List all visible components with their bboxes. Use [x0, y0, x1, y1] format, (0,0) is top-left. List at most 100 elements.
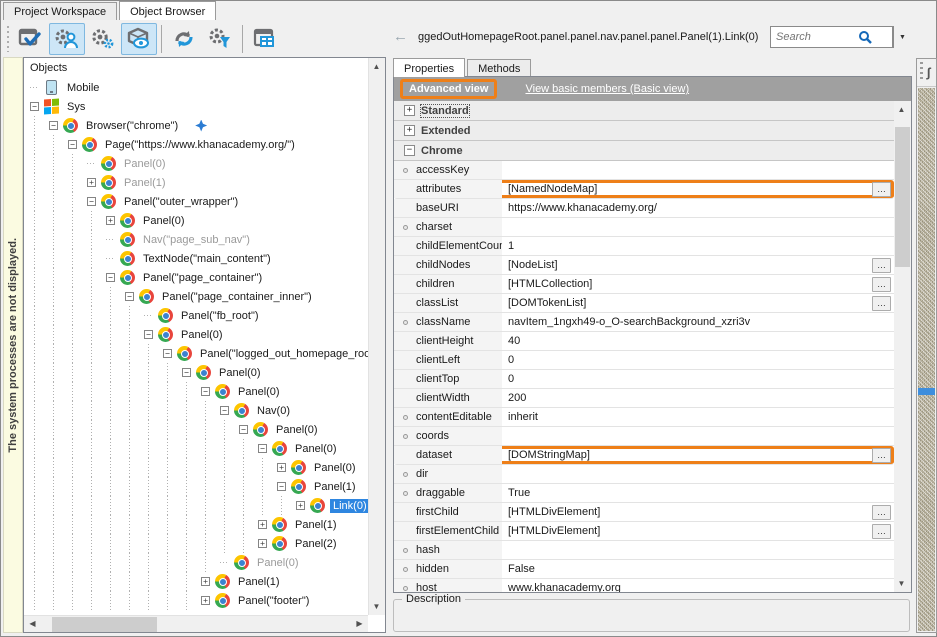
- tree-node[interactable]: −Panel(0): [24, 363, 368, 382]
- tree-node[interactable]: +Panel(1): [24, 572, 368, 591]
- tree-node-label[interactable]: Panel(0): [235, 385, 283, 399]
- collapse-icon[interactable]: −: [49, 121, 58, 130]
- tab-methods[interactable]: Methods: [467, 59, 531, 77]
- ellipsis-button[interactable]: …: [872, 296, 891, 311]
- expand-icon[interactable]: +: [277, 463, 286, 472]
- collapse-icon[interactable]: −: [163, 349, 172, 358]
- collapse-icon[interactable]: −: [404, 145, 415, 156]
- tree-node-label[interactable]: Panel("logged_out_homepage_root"): [197, 347, 368, 361]
- collapse-icon[interactable]: −: [220, 406, 229, 415]
- tree-node[interactable]: − Panel("outer_wrapper"): [24, 192, 368, 211]
- tree-node[interactable]: − Browser("chrome"): [24, 116, 368, 135]
- tree-node-label[interactable]: Panel(1): [311, 480, 359, 494]
- scroll-up-arrow[interactable]: ▲: [369, 59, 384, 74]
- property-row[interactable]: classNamenavItem_1ngxh49-o_O-searchBackg…: [394, 313, 894, 332]
- expand-icon[interactable]: +: [201, 596, 210, 605]
- property-row[interactable]: clientLeft0: [394, 351, 894, 370]
- tree-node-label-selected[interactable]: Link(0): [330, 499, 368, 513]
- tree-node[interactable]: + Panel("footer"): [24, 591, 368, 610]
- property-row[interactable]: clientWidth200: [394, 389, 894, 408]
- tree-node-label[interactable]: Browser("chrome"): [83, 119, 181, 133]
- tree-node[interactable]: Panel("fb_root"): [24, 306, 368, 325]
- property-row[interactable]: classList[DOMTokenList]…: [394, 294, 894, 313]
- tree-node[interactable]: Nav("page_sub_nav"): [24, 230, 368, 249]
- property-row[interactable]: hostwww.khanacademy.org: [394, 579, 894, 592]
- property-row[interactable]: firstElementChild[HTMLDivElement]…: [394, 522, 894, 541]
- tree-node[interactable]: +Panel(1): [24, 173, 368, 192]
- collapse-icon[interactable]: −: [182, 368, 191, 377]
- category-row[interactable]: −Chrome: [394, 141, 894, 161]
- expand-icon[interactable]: +: [404, 105, 415, 116]
- expand-icon[interactable]: +: [258, 539, 267, 548]
- collapse-icon[interactable]: −: [68, 140, 77, 149]
- property-row[interactable]: childNodes[NodeList]…: [394, 256, 894, 275]
- search-input[interactable]: [776, 31, 858, 43]
- expand-icon[interactable]: +: [106, 216, 115, 225]
- tree-node-label[interactable]: Panel(1): [292, 518, 340, 532]
- category-row[interactable]: +Extended: [394, 121, 894, 141]
- property-row[interactable]: baseURIhttps://www.khanacademy.org/: [394, 199, 894, 218]
- collapse-icon[interactable]: −: [201, 387, 210, 396]
- tree-node-label[interactable]: Panel("fb_root"): [178, 309, 262, 323]
- property-row[interactable]: childElementCount1: [394, 237, 894, 256]
- tree-node[interactable]: Panel(0): [24, 553, 368, 572]
- collapse-icon[interactable]: −: [87, 197, 96, 206]
- tree-node[interactable]: − Sys: [24, 97, 368, 116]
- property-row[interactable]: dir: [394, 465, 894, 484]
- tab-properties[interactable]: Properties: [393, 58, 465, 77]
- tree-node-label[interactable]: Nav(0): [254, 404, 293, 418]
- scroll-right-arrow[interactable]: ▶: [352, 616, 367, 631]
- search-dropdown-button[interactable]: ▼: [893, 26, 911, 48]
- collapse-icon[interactable]: −: [144, 330, 153, 339]
- property-row[interactable]: draggableTrue: [394, 484, 894, 503]
- tree-node-label[interactable]: Panel("footer"): [235, 594, 312, 608]
- tree-node-label[interactable]: Panel("page_container_inner"): [159, 290, 315, 304]
- property-row[interactable]: hiddenFalse: [394, 560, 894, 579]
- expand-icon[interactable]: +: [404, 125, 415, 136]
- expand-icon[interactable]: +: [296, 501, 305, 510]
- tree-node-label[interactable]: Panel(0): [178, 328, 226, 342]
- tree-node-label[interactable]: Panel(1): [121, 176, 169, 190]
- tree-node[interactable]: − Panel("logged_out_homepage_root"): [24, 344, 368, 363]
- tree-node[interactable]: −Panel(1): [24, 477, 368, 496]
- scrollbar-thumb[interactable]: [52, 617, 157, 632]
- tree-node-label[interactable]: Mobile: [64, 81, 102, 95]
- tree-node[interactable]: −Panel("page_container"): [24, 268, 368, 287]
- property-row[interactable]: coords: [394, 427, 894, 446]
- scroll-down-arrow[interactable]: ▼: [369, 599, 384, 614]
- tree-node[interactable]: −Page("https://www.khanacademy.org/"): [24, 135, 368, 154]
- tree-node-label[interactable]: Nav("page_sub_nav"): [140, 233, 253, 247]
- tree-node-label[interactable]: TextNode("main_content"): [140, 252, 274, 266]
- tree-node[interactable]: TextNode("main_content"): [24, 249, 368, 268]
- tree-node-label[interactable]: Panel(0): [121, 157, 169, 171]
- property-row[interactable]: attributes[NamedNodeMap]…: [394, 180, 894, 199]
- ellipsis-button[interactable]: …: [872, 258, 891, 273]
- back-arrow-icon[interactable]: ←: [393, 30, 408, 44]
- category-row[interactable]: +Standard: [394, 101, 894, 121]
- show-tested-apps-button[interactable]: [13, 23, 49, 55]
- tree-node[interactable]: +Panel(0): [24, 211, 368, 230]
- ellipsis-button[interactable]: …: [872, 448, 891, 463]
- panel-layout-button[interactable]: [247, 23, 283, 55]
- property-row[interactable]: charset: [394, 218, 894, 237]
- property-row[interactable]: firstChild[HTMLDivElement]…: [394, 503, 894, 522]
- scroll-down-arrow[interactable]: ▼: [894, 576, 909, 591]
- collapse-icon[interactable]: −: [30, 102, 39, 111]
- property-row[interactable]: children[HTMLCollection]…: [394, 275, 894, 294]
- tree-node-label[interactable]: Sys: [64, 100, 88, 114]
- property-row[interactable]: accessKey: [394, 161, 894, 180]
- tree-node[interactable]: +Panel(1): [24, 515, 368, 534]
- property-row[interactable]: dataset[DOMStringMap]…: [394, 446, 894, 465]
- collapsed-preview-panel[interactable]: ʃ: [916, 58, 937, 633]
- property-row[interactable]: contentEditableinherit: [394, 408, 894, 427]
- tree-node[interactable]: +Panel(0): [24, 458, 368, 477]
- object-spy-button[interactable]: [49, 23, 85, 55]
- settings-gears-button[interactable]: [85, 23, 121, 55]
- collapse-icon[interactable]: −: [125, 292, 134, 301]
- tree-node[interactable]: − Nav(0): [24, 401, 368, 420]
- tree-node-label[interactable]: Panel("outer_wrapper"): [121, 195, 241, 209]
- toolbar-grip[interactable]: [5, 26, 10, 52]
- collapse-icon[interactable]: −: [106, 273, 115, 282]
- tree-node-label[interactable]: Panel(0): [254, 556, 302, 570]
- tree-node[interactable]: −Panel(0): [24, 439, 368, 458]
